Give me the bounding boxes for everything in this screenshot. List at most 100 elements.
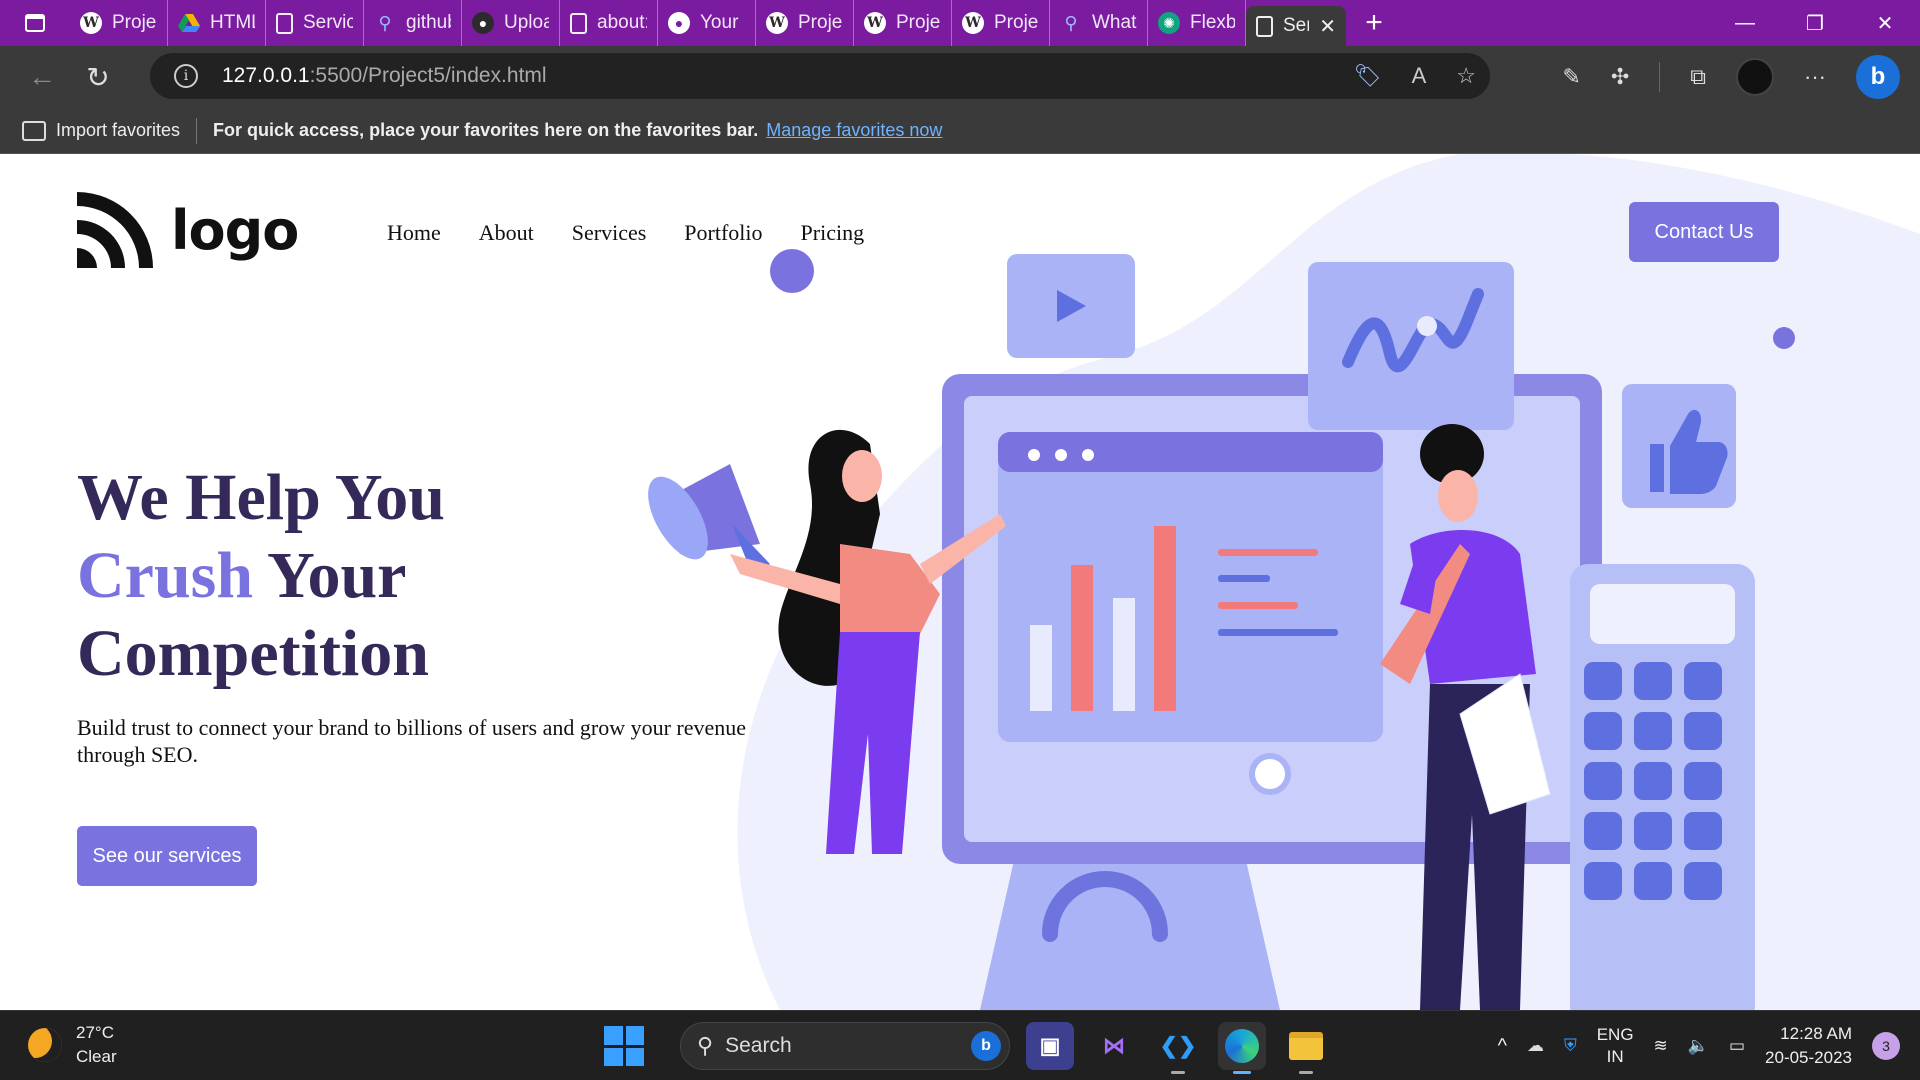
- chart-bar: [1071, 565, 1093, 711]
- tab-services-active[interactable]: Ser ✕: [1246, 6, 1346, 46]
- coupon-tag-icon[interactable]: 🏷: [1354, 63, 1382, 89]
- nav-services[interactable]: Services: [572, 220, 647, 246]
- tab-title: about:b: [597, 12, 647, 33]
- notification-badge[interactable]: 3: [1872, 1032, 1900, 1060]
- add-favorite-icon[interactable]: ☆: [1456, 63, 1476, 89]
- edge-icon[interactable]: [1218, 1022, 1266, 1074]
- search-icon: ⚲: [1064, 12, 1078, 33]
- profile-avatar[interactable]: [1736, 58, 1775, 96]
- battery-icon[interactable]: ▭: [1729, 1036, 1745, 1056]
- tab-project-1[interactable]: W Project: [70, 0, 168, 46]
- wordpress-icon: W: [80, 12, 102, 34]
- refresh-button[interactable]: ↻: [70, 51, 126, 103]
- file-explorer-icon[interactable]: [1282, 1022, 1330, 1074]
- nav-about[interactable]: About: [479, 220, 534, 246]
- tab-services[interactable]: Services: [266, 0, 364, 46]
- browser-toolbar: ← ↻ i 127.0.0.1:5500/Project5/index.html…: [0, 46, 1920, 108]
- security-shield-icon[interactable]: ⛨: [1564, 1036, 1577, 1056]
- tab-html[interactable]: HTML &: [168, 0, 266, 46]
- document-icon: [276, 12, 293, 34]
- tab-about-blank[interactable]: about:b: [560, 0, 658, 46]
- folder-shape: [1289, 1032, 1323, 1060]
- chevron-up-icon[interactable]: ^: [1498, 1035, 1507, 1058]
- onedrive-error-icon[interactable]: ☁: [1527, 1036, 1544, 1056]
- minimize-icon[interactable]: —: [1710, 0, 1780, 46]
- github-icon: ●: [668, 12, 690, 34]
- weather-widget[interactable]: 27°C Clear: [28, 1021, 117, 1069]
- tab-title: What d: [1092, 12, 1137, 33]
- tab-actions-button[interactable]: [0, 0, 70, 46]
- tab-title: Project: [112, 12, 157, 33]
- import-favorites-label: Import favorites: [56, 120, 181, 140]
- refresh-icon: ↻: [86, 61, 110, 93]
- windows-start-icon[interactable]: [604, 1026, 644, 1066]
- google-drive-icon: [178, 12, 200, 34]
- dashboard-titlebar: [998, 432, 1383, 472]
- tab-title: Project: [994, 12, 1039, 33]
- taskbar-search-label: Search: [725, 1034, 792, 1057]
- tab-title: Your Re: [700, 12, 745, 33]
- site-logo[interactable]: logo: [77, 192, 299, 268]
- extensions-icon[interactable]: ✣: [1611, 64, 1629, 90]
- language-region: IN: [1606, 1047, 1624, 1066]
- more-menu-icon[interactable]: ···: [1804, 64, 1826, 90]
- hero-illustration: [648, 249, 1795, 1010]
- tab-project-3[interactable]: W Project: [854, 0, 952, 46]
- language-indicator[interactable]: ENG IN: [1597, 1024, 1634, 1068]
- back-button[interactable]: ←: [14, 51, 70, 103]
- close-window-icon[interactable]: ✕: [1850, 0, 1920, 46]
- tab-project-4[interactable]: W Project: [952, 0, 1050, 46]
- taskbar-search[interactable]: ⚲ Search b: [680, 1022, 1010, 1070]
- document-icon: [1256, 15, 1273, 37]
- calculator-keys: [1584, 662, 1722, 900]
- tab-your-repos[interactable]: ● Your Re: [658, 0, 756, 46]
- new-tab-button[interactable]: +: [1346, 6, 1402, 40]
- wifi-icon[interactable]: ≋: [1654, 1036, 1668, 1056]
- read-aloud-icon[interactable]: A: [1412, 63, 1427, 89]
- tab-title: Project: [798, 12, 843, 33]
- decor-dot: [770, 249, 814, 293]
- see-services-button[interactable]: See our services: [77, 826, 257, 886]
- favorites-bar: Import favorites For quick access, place…: [0, 108, 1920, 154]
- tab-title: github -: [406, 12, 451, 33]
- tab-list: W Project HTML & Services ⚲ github - ● U…: [70, 0, 1346, 46]
- nav-home[interactable]: Home: [387, 220, 441, 246]
- manage-favorites-link[interactable]: Manage favorites now: [766, 120, 942, 141]
- hero-line-2: Your: [253, 539, 407, 612]
- tab-flexbox[interactable]: ✺ Flexbox: [1148, 0, 1246, 46]
- moon-icon: [28, 1028, 62, 1062]
- tab-title: HTML &: [210, 12, 255, 33]
- wordpress-icon: W: [766, 12, 788, 34]
- monitor-button: [1249, 753, 1291, 795]
- teams-icon[interactable]: ▣: [1026, 1022, 1074, 1070]
- close-tab-icon[interactable]: ✕: [1319, 14, 1336, 39]
- site-info-icon[interactable]: i: [174, 64, 198, 88]
- bing-copilot-icon[interactable]: b: [1856, 55, 1900, 99]
- import-favorites-button[interactable]: Import favorites: [0, 117, 198, 144]
- weather-temp: 27°C: [76, 1023, 114, 1042]
- restore-icon[interactable]: ❐: [1780, 0, 1850, 46]
- page-viewport: logo Home About Services Portfolio Prici…: [0, 154, 1920, 1010]
- taskbar-apps: ⚲ Search b ▣ ⋈ ❮❯: [604, 1019, 1330, 1074]
- color-picker-extension-icon[interactable]: ✎: [1562, 64, 1580, 90]
- browser-tabstrip: W Project HTML & Services ⚲ github - ● U…: [0, 0, 1920, 46]
- tab-upload[interactable]: ● Upload: [462, 0, 560, 46]
- hero-title: We Help You Crush Your Competition: [77, 459, 445, 693]
- tab-title: Flexbox: [1190, 12, 1235, 33]
- address-bar[interactable]: i 127.0.0.1:5500/Project5/index.html 🏷 A…: [150, 53, 1490, 99]
- tab-what-does[interactable]: ⚲ What d: [1050, 0, 1148, 46]
- vscode-icon[interactable]: ❮❯: [1154, 1022, 1202, 1074]
- tab-github-search[interactable]: ⚲ github -: [364, 0, 462, 46]
- decor-dot: [1773, 327, 1795, 349]
- search-icon: ⚲: [378, 12, 392, 33]
- language-code: ENG: [1596, 1025, 1634, 1044]
- visual-studio-icon[interactable]: ⋈: [1090, 1022, 1138, 1070]
- collections-icon[interactable]: ⧉: [1690, 64, 1706, 90]
- arrow-left-icon: ←: [28, 61, 56, 92]
- tab-project-2[interactable]: W Project: [756, 0, 854, 46]
- clock-time: 12:28 AM: [1780, 1024, 1852, 1043]
- chart-bar: [1030, 625, 1052, 711]
- clock[interactable]: 12:28 AM 20-05-2023: [1765, 1022, 1852, 1070]
- volume-icon[interactable]: 🔈: [1688, 1036, 1709, 1056]
- favorites-prompt: For quick access, place your favorites h…: [213, 120, 759, 140]
